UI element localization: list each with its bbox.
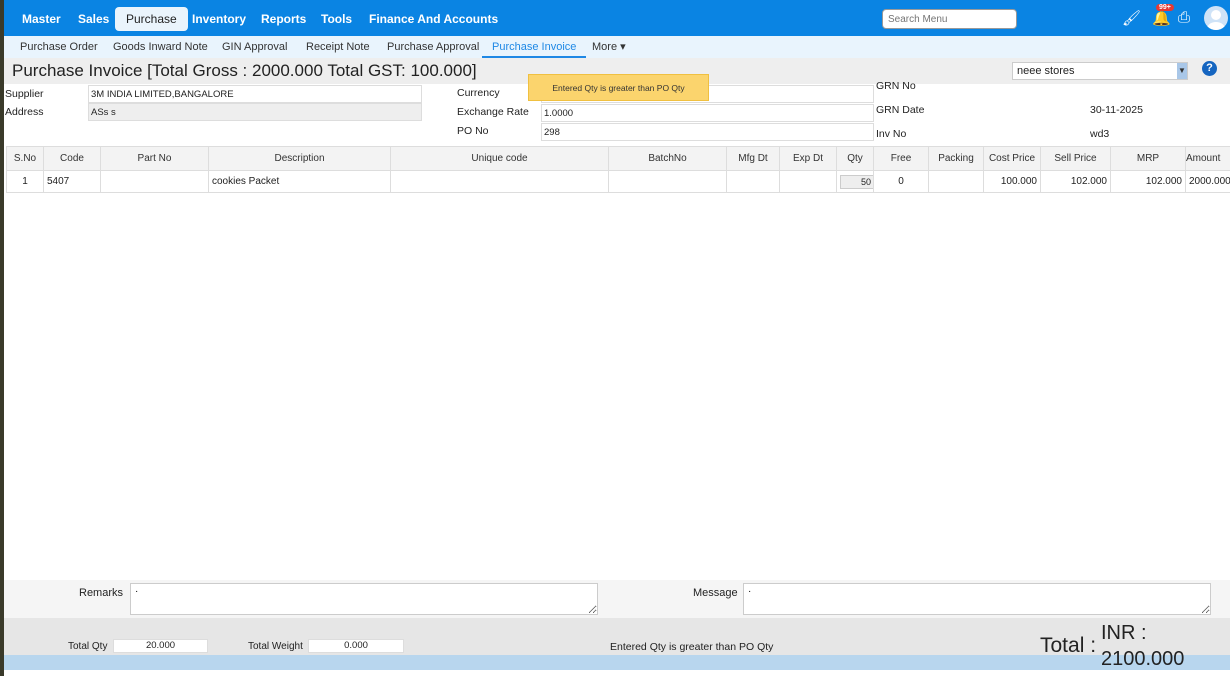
col-sell-price: Sell Price — [1040, 146, 1111, 171]
total-weight-value: 0.000 — [308, 639, 404, 653]
nav-master[interactable]: Master — [12, 7, 71, 31]
cell-packing[interactable] — [928, 170, 984, 193]
help-icon[interactable]: ? — [1202, 61, 1217, 76]
cell-exp-dt[interactable] — [779, 170, 837, 193]
col-description: Description — [208, 146, 391, 171]
col-qty: Qty — [836, 146, 874, 171]
table-row[interactable]: 1 5407 cookies Packet 50 0 100.000 102.0… — [6, 170, 1230, 193]
avatar[interactable] — [1204, 6, 1228, 30]
desktop-edge — [0, 0, 4, 676]
subnav-purchase-order[interactable]: Purchase Order — [18, 36, 100, 58]
chevron-down-icon[interactable]: ▼ — [1177, 63, 1187, 79]
cell-code[interactable]: 5407 — [43, 170, 101, 193]
page-title: Purchase Invoice [Total Gross : 2000.000… — [12, 61, 477, 80]
cell-unique-code[interactable] — [390, 170, 609, 193]
supplier-label: Supplier — [5, 88, 44, 100]
nav-finance-and-accounts[interactable]: Finance And Accounts — [359, 7, 508, 31]
cell-sell-price[interactable]: 102.000 — [1040, 170, 1111, 193]
col-code: Code — [43, 146, 101, 171]
col-free: Free — [873, 146, 929, 171]
subnav-goods-inward-note[interactable]: Goods Inward Note — [111, 36, 210, 58]
inv-no-value[interactable]: wd3 — [1090, 128, 1109, 140]
notification-badge: 99+ — [1156, 4, 1174, 11]
total-amount: INR : 2100.000 — [1101, 620, 1184, 672]
store-select[interactable]: neee stores — [1012, 62, 1188, 80]
grn-date-label: GRN Date — [876, 104, 925, 116]
qty-input[interactable]: 50 — [840, 174, 873, 189]
inv-no-label: Inv No — [876, 128, 907, 140]
total-currency: INR : — [1101, 622, 1147, 644]
invoice-items-table: S.No Code Part No Description Unique cod… — [6, 146, 1230, 193]
print-icon[interactable]: ⎙ — [1178, 9, 1190, 26]
nav-purchase[interactable]: Purchase — [115, 7, 188, 31]
col-unique-code: Unique code — [390, 146, 609, 171]
total-weight-label: Total Weight — [248, 641, 303, 652]
warning-toast: Entered Qty is greater than PO Qty — [528, 74, 709, 101]
cell-cost-price[interactable]: 100.000 — [983, 170, 1041, 193]
cell-free[interactable]: 0 — [873, 170, 929, 193]
col-amount: Amount — [1185, 146, 1230, 171]
remarks-label: Remarks — [79, 587, 124, 599]
col-cost-price: Cost Price — [983, 146, 1041, 171]
subnav-purchase-invoice[interactable]: Purchase Invoice — [482, 36, 587, 58]
status-message: Entered Qty is greater than PO Qty — [610, 641, 774, 653]
col-mrp: MRP — [1110, 146, 1186, 171]
total-label: Total : — [1040, 634, 1097, 657]
cell-description[interactable]: cookies Packet — [208, 170, 391, 193]
total-qty-label: Total Qty — [68, 641, 108, 652]
cell-amount: 2000.000 — [1185, 170, 1230, 193]
subnav-purchase-approval[interactable]: Purchase Approval — [385, 36, 481, 58]
grn-no-label: GRN No — [876, 80, 916, 92]
col-mfg-dt: Mfg Dt — [726, 146, 780, 171]
nav-sales[interactable]: Sales — [68, 7, 119, 31]
col-exp-dt: Exp Dt — [779, 146, 837, 171]
subnav-receipt-note[interactable]: Receipt Note — [304, 36, 372, 58]
supplier-field[interactable]: 3M INDIA LIMITED,BANGALORE — [88, 85, 422, 103]
subnav-more[interactable]: More ▾ — [590, 36, 628, 58]
address-field[interactable]: ASs s — [88, 103, 422, 121]
exchange-rate-label: Exchange Rate — [457, 106, 529, 118]
total-qty-value: 20.000 — [113, 639, 208, 653]
cell-qty[interactable]: 50 — [836, 170, 874, 193]
cell-mrp[interactable]: 102.000 — [1110, 170, 1186, 193]
col-batch-no: BatchNo — [608, 146, 727, 171]
col-sno: S.No — [6, 146, 44, 171]
po-no-field[interactable]: 298 — [541, 123, 874, 141]
table-header-row: S.No Code Part No Description Unique cod… — [6, 146, 1230, 171]
address-label: Address — [5, 106, 44, 118]
subnav-gin-approval[interactable]: GIN Approval — [220, 36, 289, 58]
message-label: Message — [693, 587, 738, 599]
nav-tools[interactable]: Tools — [311, 7, 362, 31]
grn-date-value: 30-11-2025 — [1090, 104, 1143, 116]
remarks-textarea[interactable]: · — [130, 583, 598, 615]
po-no-label: PO No — [457, 125, 489, 137]
currency-label: Currency — [457, 87, 500, 99]
message-textarea[interactable]: · — [743, 583, 1211, 615]
nav-reports[interactable]: Reports — [251, 7, 316, 31]
cell-mfg-dt[interactable] — [726, 170, 780, 193]
bell-icon[interactable]: 🔔 — [1152, 9, 1171, 27]
exchange-rate-field[interactable]: 1.0000 — [541, 104, 874, 122]
col-packing: Packing — [928, 146, 984, 171]
col-part-no: Part No — [100, 146, 209, 171]
total-value: 2100.000 — [1101, 648, 1185, 670]
cell-batch-no[interactable] — [608, 170, 727, 193]
search-menu-input[interactable] — [882, 9, 1017, 29]
cell-sno: 1 — [6, 170, 44, 193]
cell-part-no[interactable] — [100, 170, 209, 193]
nav-inventory[interactable]: Inventory — [182, 7, 256, 31]
paint-brush-icon[interactable]: 🖌 — [1122, 9, 1141, 27]
